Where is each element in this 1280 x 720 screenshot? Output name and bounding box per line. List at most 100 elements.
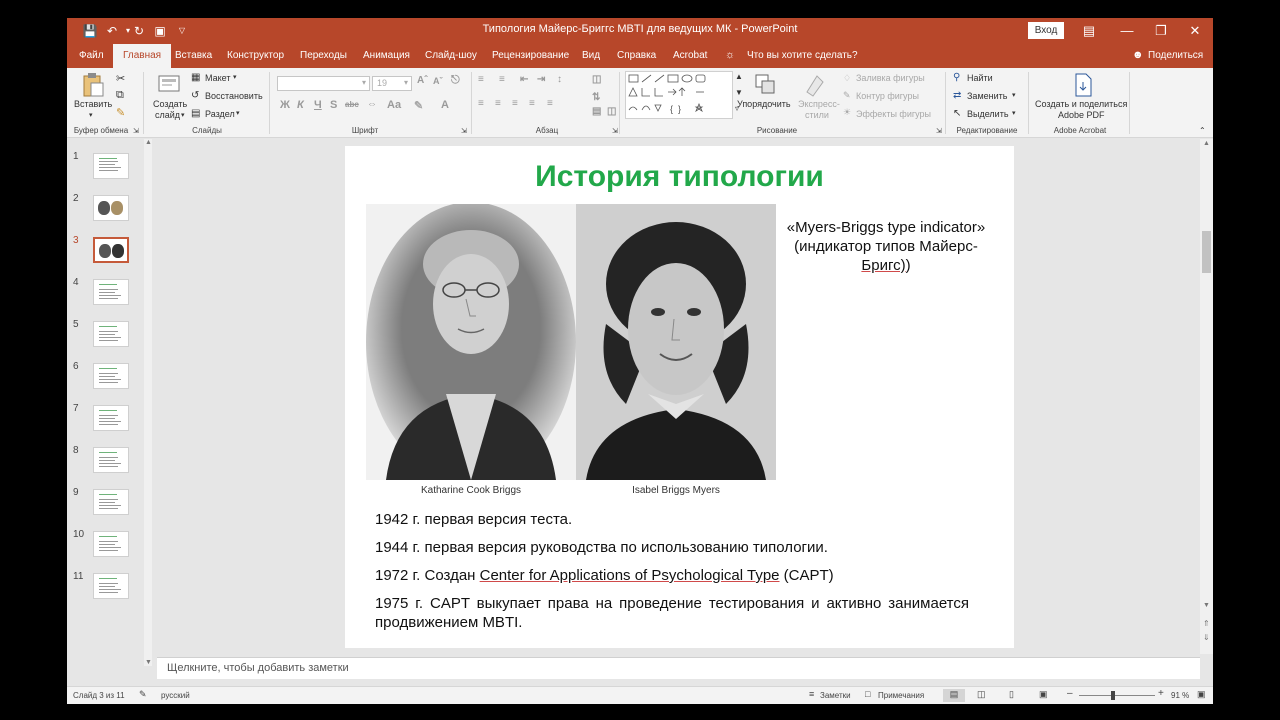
font-size-combo[interactable]: 19 ▾ [372, 76, 412, 91]
mbti-textbox[interactable]: «Myers-Briggs type indicator» (индикатор… [773, 218, 999, 275]
change-case-icon[interactable]: Aa [387, 99, 401, 111]
shape-outline-button[interactable]: Контур фигуры [856, 91, 919, 101]
slide-thumbnail[interactable] [93, 405, 129, 431]
tab-transitions[interactable]: Переходы [300, 44, 347, 68]
highlight-icon[interactable]: ✎ [414, 99, 423, 112]
slideshow-view-icon[interactable]: ▣ [1039, 689, 1048, 700]
paste-button[interactable]: Вставить [74, 99, 112, 109]
thumbnail-scrollbar[interactable]: ▲ ▼ [144, 139, 152, 666]
clipboard-launcher-icon[interactable]: ⇲ [133, 127, 139, 135]
create-pdf-button-line1[interactable]: Создать и поделиться [1035, 99, 1127, 109]
paste-icon[interactable] [81, 72, 105, 98]
line-spacing-icon[interactable]: ↕ [557, 74, 562, 85]
timeline-textbox[interactable]: 1942 г. первая версия теста. 1944 г. пер… [375, 510, 969, 641]
font-family-combo[interactable]: ▾ [277, 76, 370, 91]
tab-acrobat[interactable]: Acrobat [673, 44, 707, 68]
shape-effects-button[interactable]: Эффекты фигуры [856, 109, 931, 119]
select-button[interactable]: Выделить [967, 109, 1009, 119]
previous-slide-icon[interactable]: ⇑ [1203, 619, 1210, 628]
sign-in-button[interactable]: Вход [1028, 22, 1064, 39]
comments-toggle-button[interactable]: Примечания [878, 691, 924, 700]
shape-fill-icon[interactable]: ♢ [843, 73, 851, 84]
underline-button[interactable]: Ч [314, 99, 322, 111]
notes-icon[interactable]: ≡ [809, 689, 814, 699]
minimize-button[interactable]: — [1110, 18, 1144, 44]
slide-vertical-scrollbar[interactable]: ▲ ▼ ⇑ ⇓ [1200, 139, 1213, 654]
paste-dropdown-icon[interactable]: ▾ [89, 111, 93, 119]
scroll-down-icon[interactable]: ▼ [1203, 602, 1210, 609]
replace-button[interactable]: Заменить [967, 91, 1007, 101]
spelling-check-icon[interactable]: ✎ [139, 689, 147, 700]
distributed-icon[interactable]: ≡ [547, 98, 553, 109]
scroll-up-icon[interactable]: ▲ [145, 139, 152, 146]
chevron-down-icon[interactable]: ▾ [362, 78, 366, 87]
decrease-indent-icon[interactable]: ⇤ [520, 74, 528, 85]
align-text-icon[interactable]: ▤ [592, 106, 601, 117]
slide-title[interactable]: История типологии [345, 160, 1014, 194]
next-slide-icon[interactable]: ⇓ [1203, 633, 1210, 642]
tab-design[interactable]: Конструктор [227, 44, 284, 68]
align-right-icon[interactable]: ≡ [512, 98, 518, 109]
scroll-up-icon[interactable]: ▲ [1203, 140, 1210, 147]
scroll-down-icon[interactable]: ▼ [145, 659, 152, 666]
comments-icon[interactable]: □ [865, 689, 870, 699]
shrink-font-icon[interactable]: Aˇ [433, 76, 443, 86]
shadow-s-button[interactable]: S [330, 99, 337, 111]
shape-effects-icon[interactable]: ☀ [843, 107, 851, 118]
find-icon[interactable]: ⚲ [953, 72, 960, 83]
select-dropdown-icon[interactable]: ▾ [1012, 109, 1016, 117]
replace-icon[interactable]: ⇄ [953, 90, 961, 101]
select-icon[interactable]: ↖ [953, 108, 961, 119]
tab-home[interactable]: Главная [113, 44, 172, 68]
current-slide[interactable]: История типологии Katharine Cook Briggs … [345, 146, 1014, 648]
drawing-launcher-icon[interactable]: ⇲ [936, 127, 942, 135]
section-dropdown-icon[interactable]: ▾ [236, 109, 240, 117]
notes-toggle-button[interactable]: Заметки [820, 691, 851, 700]
scrollbar-thumb[interactable] [1202, 231, 1211, 273]
ribbon-display-options-icon[interactable]: ▤ [1072, 18, 1106, 44]
notes-pane[interactable]: Щелкните, чтобы добавить заметки [157, 657, 1200, 679]
arrange-icon[interactable] [753, 72, 777, 98]
reset-icon[interactable]: ↺ [191, 90, 199, 101]
slide-thumbnail[interactable] [93, 489, 129, 515]
tab-review[interactable]: Рецензирование [492, 44, 569, 68]
numbering-icon[interactable]: ≡ [499, 74, 505, 85]
character-spacing-icon[interactable]: ⇔ [367, 99, 377, 110]
columns-icon[interactable]: ◫ [592, 74, 601, 85]
justify-icon[interactable]: ≡ [529, 98, 535, 109]
bullets-icon[interactable]: ≡ [478, 74, 484, 85]
slide-thumbnail[interactable] [93, 531, 129, 557]
arrange-button[interactable]: Упорядочить [737, 99, 791, 109]
zoom-in-icon[interactable]: + [1158, 688, 1164, 699]
slide-thumbnail[interactable] [93, 321, 129, 347]
bold-button[interactable]: Ж [280, 99, 290, 111]
shapes-scroll-up-icon[interactable]: ▲ [735, 72, 743, 81]
increase-indent-icon[interactable]: ⇥ [537, 74, 545, 85]
slide-thumbnail[interactable] [93, 153, 129, 179]
align-center-icon[interactable]: ≡ [495, 98, 501, 109]
new-slide-button-line1[interactable]: Создать [153, 99, 187, 109]
font-launcher-icon[interactable]: ⇲ [461, 127, 467, 135]
reading-view-icon[interactable]: ▯ [1009, 689, 1014, 700]
paragraph-launcher-icon[interactable]: ⇲ [612, 127, 618, 135]
chevron-down-icon[interactable]: ▾ [404, 78, 408, 87]
quick-styles-icon[interactable] [803, 72, 827, 98]
fit-to-window-icon[interactable]: ▣ [1197, 689, 1206, 700]
normal-view-icon[interactable]: ▤ [943, 689, 965, 702]
zoom-slider-knob[interactable] [1111, 691, 1116, 700]
slide-thumbnail[interactable] [93, 363, 129, 389]
grow-font-icon[interactable]: Aˆ [417, 75, 428, 86]
tab-slideshow[interactable]: Слайд-шоу [425, 44, 477, 68]
language-indicator[interactable]: русский [161, 691, 190, 700]
strikethrough-button[interactable]: abc [345, 100, 359, 109]
shapes-gallery[interactable]: { } [625, 71, 733, 119]
font-color-icon[interactable]: A [441, 99, 449, 111]
zoom-slider[interactable] [1079, 691, 1155, 700]
shape-outline-icon[interactable]: ✎ [843, 90, 851, 101]
tab-animations[interactable]: Анимация [363, 44, 410, 68]
tab-help[interactable]: Справка [617, 44, 656, 68]
create-pdf-button-line2[interactable]: Adobe PDF [1058, 110, 1105, 120]
section-icon[interactable]: ▤ [191, 108, 200, 119]
clear-formatting-icon[interactable]: ⎋ [451, 74, 460, 87]
shape-fill-button[interactable]: Заливка фигуры [856, 73, 925, 83]
